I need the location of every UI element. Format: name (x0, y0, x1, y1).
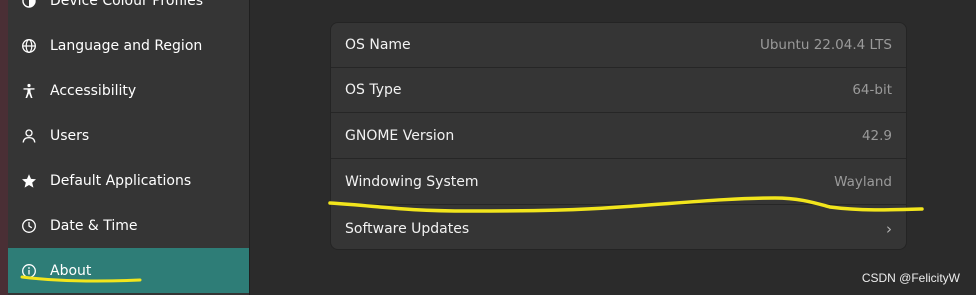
info-icon (20, 262, 38, 280)
sidebar-item-about[interactable]: About (8, 248, 249, 293)
system-info-card: OS Name Ubuntu 22.04.4 LTS OS Type 64-bi… (330, 22, 907, 250)
sidebar-item-label: Date & Time (50, 217, 138, 234)
os-name-label: OS Name (345, 37, 411, 53)
sidebar-item-users[interactable]: Users (8, 113, 249, 158)
watermark: CSDN @FelicityW (861, 271, 960, 285)
background-window-edge (0, 0, 8, 295)
os-type-row: OS Type 64-bit (331, 68, 906, 113)
chevron-right-icon: › (886, 219, 892, 238)
software-updates-label: Software Updates (345, 220, 470, 237)
os-name-row: OS Name Ubuntu 22.04.4 LTS (331, 23, 906, 68)
gnome-version-row: GNOME Version 42.9 (331, 114, 906, 159)
about-panel: OS Name Ubuntu 22.04.4 LTS OS Type 64-bi… (250, 0, 976, 295)
windowing-system-label: Windowing System (345, 174, 479, 190)
users-icon (20, 127, 38, 145)
sidebar-item-label: About (50, 262, 92, 279)
star-icon (20, 172, 38, 190)
sidebar-item-label: Language and Region (50, 37, 203, 54)
clock-icon (20, 217, 38, 235)
color-profile-icon (20, 0, 38, 10)
os-type-value: 64-bit (852, 82, 892, 98)
sidebar-item-label: Default Applications (50, 172, 192, 189)
sidebar-item-label: Accessibility (50, 82, 137, 99)
os-type-label: OS Type (345, 82, 402, 98)
windowing-system-value: Wayland (834, 174, 892, 190)
os-name-value: Ubuntu 22.04.4 LTS (759, 37, 892, 53)
software-updates-row[interactable]: Software Updates › (331, 206, 906, 249)
gnome-version-label: GNOME Version (345, 128, 455, 144)
sidebar-item-label: Device Colour Profiles (50, 0, 204, 9)
sidebar-item-label: Users (50, 127, 90, 144)
settings-sidebar: Device Colour Profiles Language and Regi… (8, 0, 250, 295)
windowing-system-row: Windowing System Wayland (331, 160, 906, 205)
sidebar-item-accessibility[interactable]: Accessibility (8, 68, 249, 113)
gnome-version-value: 42.9 (861, 128, 892, 144)
sidebar-item-date-time[interactable]: Date & Time (8, 203, 249, 248)
accessibility-icon (20, 82, 38, 100)
globe-icon (20, 37, 38, 55)
sidebar-item-device-colour-profiles[interactable]: Device Colour Profiles (8, 0, 249, 23)
sidebar-item-language-region[interactable]: Language and Region (8, 23, 249, 68)
sidebar-item-default-applications[interactable]: Default Applications (8, 158, 249, 203)
